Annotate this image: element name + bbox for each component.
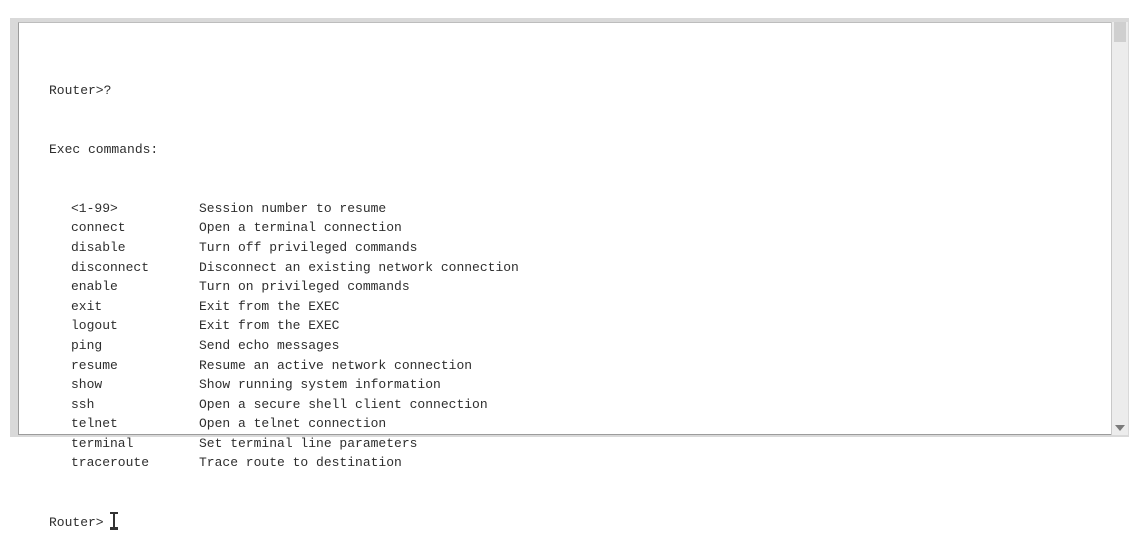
command-row: resume Resume an active network connectio… [49, 356, 519, 376]
text-cursor-icon [109, 512, 118, 531]
command-description: Resume an active network connection [199, 357, 473, 373]
command-row: telnet Open a telnet connection [49, 414, 519, 434]
command-name: telnet [71, 416, 118, 432]
command-row: ping Send echo messages [49, 336, 519, 356]
exec-commands-header: Exec commands: [49, 141, 159, 157]
command-name: disconnect [71, 259, 150, 275]
command-description: Open a telnet connection [199, 416, 387, 432]
command-description: Disconnect an existing network connectio… [199, 259, 519, 275]
command-name: traceroute [71, 455, 150, 471]
command-row: <1-99> Session number to resume [49, 199, 519, 219]
command-row: disconnect Disconnect an existing network… [49, 258, 519, 278]
command-description: Open a terminal connection [199, 220, 402, 236]
command-name: ssh [71, 396, 95, 412]
command-description: Turn on privileged commands [199, 279, 410, 295]
scrollbar-thumb[interactable] [1114, 22, 1126, 42]
command-row: connect Open a terminal connection [49, 218, 519, 238]
final-prompt-line[interactable]: Router> [49, 512, 519, 532]
command-row: disable Turn off privileged commands [49, 238, 519, 258]
command-description: Show running system information [199, 377, 441, 393]
command-name: connect [71, 220, 126, 236]
command-description: Exit from the EXEC [199, 298, 340, 314]
scroll-down-arrow-icon[interactable] [1115, 425, 1125, 431]
command-name: logout [71, 318, 118, 334]
command-description: Exit from the EXEC [199, 318, 340, 334]
command-name: disable [71, 239, 126, 255]
prompt-line: Router>? [49, 83, 112, 99]
command-list: <1-99> Session number to resume connect Ope… [49, 199, 519, 473]
command-row: logout Exit from the EXEC [49, 316, 519, 336]
command-description: Trace route to destination [199, 455, 402, 471]
command-name: exit [71, 298, 103, 314]
command-description: Send echo messages [199, 337, 340, 353]
command-description: Turn off privileged commands [199, 239, 418, 255]
command-row: exit Exit from the EXEC [49, 297, 519, 317]
command-description: Session number to resume [199, 200, 387, 216]
terminal-output: Router>? Exec commands: <1-99> Session nu… [49, 42, 519, 551]
command-row: traceroute Trace route to destination [49, 453, 519, 473]
final-prompt: Router> [49, 515, 104, 531]
command-row: enable Turn on privileged commands [49, 277, 519, 297]
command-description: Open a secure shell client connection [199, 396, 488, 412]
command-name: ping [71, 337, 103, 353]
command-row: show Show running system information [49, 375, 519, 395]
command-name: show [71, 377, 103, 393]
command-row: ssh Open a secure shell client connection [49, 395, 519, 415]
command-name: resume [71, 357, 118, 373]
command-name: <1-99> [71, 200, 118, 216]
vertical-scrollbar[interactable] [1111, 22, 1128, 435]
command-name: enable [71, 279, 118, 295]
